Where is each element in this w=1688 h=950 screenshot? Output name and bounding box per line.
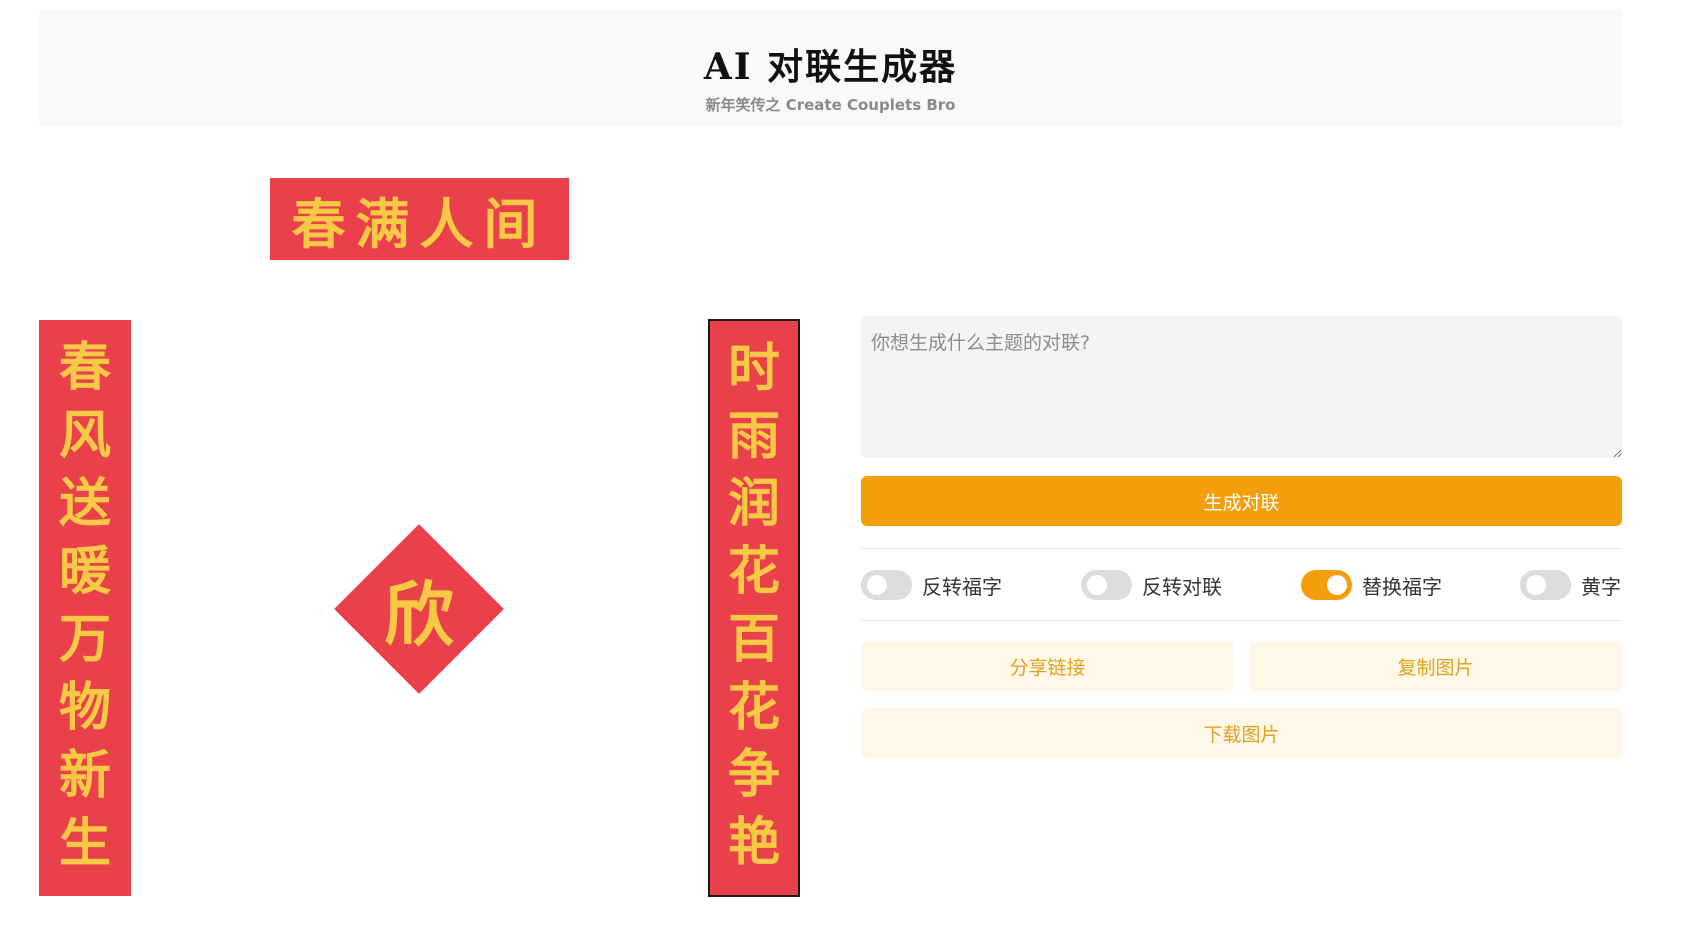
- page: AI 对联生成器 新年笑传之 Create Couplets Bro 春满人间 …: [0, 0, 1688, 950]
- options-row: 反转福字 反转对联 替换福字 黄字: [861, 569, 1622, 601]
- toggle-label: 替换福字: [1362, 574, 1442, 599]
- generate-button[interactable]: 生成对联: [861, 476, 1622, 526]
- download-image-button[interactable]: 下载图片: [861, 708, 1622, 758]
- toggle-invert-couplet[interactable]: 反转对联: [1081, 569, 1222, 601]
- fu-diamond: 欣: [334, 524, 504, 694]
- toggle-knob: [1087, 575, 1107, 595]
- header: AI 对联生成器 新年笑传之 Create Couplets Bro: [39, 10, 1622, 126]
- app-title: AI 对联生成器: [703, 46, 958, 88]
- toggle-knob: [1526, 575, 1546, 595]
- toggle-label: 反转福字: [922, 574, 1002, 599]
- toggle-switch[interactable]: [1520, 570, 1571, 600]
- toggle-switch[interactable]: [1301, 570, 1352, 600]
- right-scroll-char: 花: [727, 676, 780, 738]
- app-subtitle: 新年笑传之 Create Couplets Bro: [705, 96, 956, 114]
- right-scroll-char: 花: [727, 541, 780, 603]
- left-scroll-char: 新: [58, 745, 111, 806]
- topic-input[interactable]: [861, 316, 1622, 458]
- toggle-switch[interactable]: [1081, 570, 1132, 600]
- right-scroll-char: 艳: [727, 811, 780, 873]
- right-scroll: 时 雨 润 花 百 花 争 艳: [708, 319, 800, 897]
- right-scroll-char: 争: [727, 744, 780, 806]
- toggle-knob: [1327, 575, 1347, 595]
- toggle-label: 黄字: [1581, 574, 1621, 599]
- left-scroll-char: 春: [58, 337, 111, 398]
- left-scroll-char: 送: [58, 473, 111, 534]
- divider: [861, 620, 1622, 621]
- toggle-yellow-text[interactable]: 黄字: [1520, 569, 1621, 601]
- left-scroll-char: 暖: [58, 541, 111, 602]
- right-scroll-char: 雨: [727, 405, 780, 467]
- share-link-button[interactable]: 分享链接: [861, 641, 1234, 691]
- toggle-invert-fu[interactable]: 反转福字: [861, 569, 1002, 601]
- toggle-knob: [867, 575, 887, 595]
- divider: [861, 548, 1622, 549]
- left-scroll-char: 万: [58, 609, 111, 670]
- toggle-switch[interactable]: [861, 570, 912, 600]
- horizontal-scroll: 春满人间: [270, 178, 569, 260]
- fu-character: 欣: [384, 572, 454, 656]
- left-scroll-char: 物: [58, 677, 111, 738]
- copy-image-button[interactable]: 复制图片: [1249, 641, 1622, 691]
- right-scroll-char: 润: [727, 473, 780, 535]
- left-scroll-char: 风: [58, 405, 111, 466]
- toggle-label: 反转对联: [1142, 574, 1222, 599]
- left-scroll: 春 风 送 暖 万 物 新 生: [39, 320, 131, 896]
- right-scroll-char: 百: [727, 608, 780, 670]
- right-scroll-char: 时: [727, 338, 780, 399]
- left-scroll-char: 生: [58, 813, 111, 874]
- toggle-replace-fu[interactable]: 替换福字: [1301, 569, 1442, 601]
